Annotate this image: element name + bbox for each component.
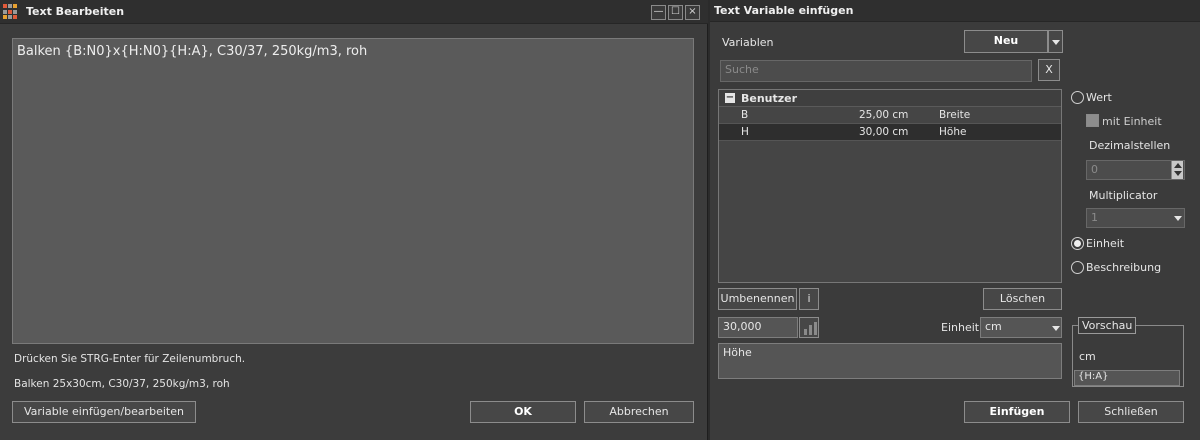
rename-button[interactable]: Umbenennen xyxy=(718,288,797,310)
variable-description: Breite xyxy=(939,109,971,121)
ok-button[interactable]: OK xyxy=(470,401,576,423)
line-break-hint: Drücken Sie STRG-Enter für Zeilenumbruch… xyxy=(14,353,246,365)
variable-value: 30,00 cm xyxy=(859,126,909,138)
chart-button[interactable] xyxy=(799,317,819,338)
new-dropdown-button[interactable] xyxy=(1048,30,1063,53)
variable-row[interactable]: B 25,00 cm Breite xyxy=(719,107,1061,124)
beschreibung-label: Beschreibung xyxy=(1086,261,1162,274)
title-bar[interactable]: Text Variable einfügen xyxy=(710,0,1200,22)
preview-unit: cm xyxy=(1079,350,1096,363)
variable-name: H xyxy=(741,126,749,138)
maximize-button[interactable]: ☐ xyxy=(668,5,683,20)
window-title: Text Bearbeiten xyxy=(26,5,125,18)
variable-name: B xyxy=(741,109,749,121)
cancel-button[interactable]: Abbrechen xyxy=(584,401,694,423)
minimize-button[interactable]: — xyxy=(651,5,666,20)
new-variable-button[interactable]: Neu xyxy=(964,30,1048,53)
mit-einheit-label: mit Einheit xyxy=(1102,115,1162,128)
insert-button[interactable]: Einfügen xyxy=(964,401,1070,423)
delete-button[interactable]: Löschen xyxy=(983,288,1062,310)
insert-variable-window: Text Variable einfügen Variablen Neu Suc… xyxy=(710,0,1200,440)
mit-einheit-checkbox[interactable] xyxy=(1086,114,1099,127)
chevron-down-icon xyxy=(1052,326,1060,331)
dezimalstellen-label: Dezimalstellen xyxy=(1089,139,1171,152)
bar-chart-icon xyxy=(804,322,817,335)
wert-label: Wert xyxy=(1086,91,1112,104)
description-textarea[interactable]: Höhe xyxy=(718,343,1062,379)
multiplicator-select[interactable]: 1 xyxy=(1086,208,1185,228)
insert-edit-variable-button[interactable]: Variable einfügen/bearbeiten xyxy=(12,401,196,423)
clear-search-button[interactable]: X xyxy=(1038,59,1060,81)
einheit-label: Einheit xyxy=(1086,237,1125,250)
unit-label: Einheit xyxy=(941,321,980,334)
dezimalstellen-spinner[interactable] xyxy=(1171,161,1183,179)
spin-down-icon xyxy=(1174,171,1182,176)
variable-value: 25,00 cm xyxy=(859,109,909,121)
chevron-down-icon xyxy=(1052,40,1060,45)
preview-code: {H:A} xyxy=(1074,370,1180,386)
wert-radio[interactable] xyxy=(1071,91,1084,104)
chevron-down-icon xyxy=(1174,216,1182,221)
text-preview: Balken 25x30cm, C30/37, 250kg/m3, roh xyxy=(14,378,230,390)
multiplicator-label: Multiplicator xyxy=(1089,189,1158,202)
close-button[interactable]: × xyxy=(685,5,700,20)
text-edit-window: Text Bearbeiten — ☐ × Balken {B:N0}x{H:N… xyxy=(0,0,708,440)
variable-description: Höhe xyxy=(939,126,967,138)
search-input[interactable]: Suche xyxy=(720,60,1032,82)
unit-select[interactable]: cm xyxy=(980,317,1062,338)
preview-legend: Vorschau xyxy=(1078,317,1137,334)
beschreibung-radio[interactable] xyxy=(1071,261,1084,274)
text-editor[interactable]: Balken {B:N0}x{H:N0}{H:A}, C30/37, 250kg… xyxy=(12,38,694,344)
spin-up-icon xyxy=(1174,163,1182,168)
close-dialog-button[interactable]: Schließen xyxy=(1078,401,1184,423)
einheit-radio[interactable] xyxy=(1071,237,1084,250)
variables-label: Variablen xyxy=(722,36,774,49)
info-button[interactable]: i xyxy=(799,288,819,310)
variable-tree[interactable]: − Benutzer B 25,00 cm Breite H 30,00 cm … xyxy=(718,89,1062,283)
variable-row-selected[interactable]: H 30,00 cm Höhe xyxy=(719,124,1061,141)
window-title: Text Variable einfügen xyxy=(714,4,854,17)
app-grid-icon xyxy=(3,4,19,20)
value-input[interactable]: 30,000 xyxy=(718,317,798,338)
group-header[interactable]: − Benutzer xyxy=(719,90,1061,107)
title-bar[interactable]: Text Bearbeiten — ☐ × xyxy=(0,0,708,24)
group-name: Benutzer xyxy=(741,92,798,105)
collapse-icon[interactable]: − xyxy=(725,93,735,103)
